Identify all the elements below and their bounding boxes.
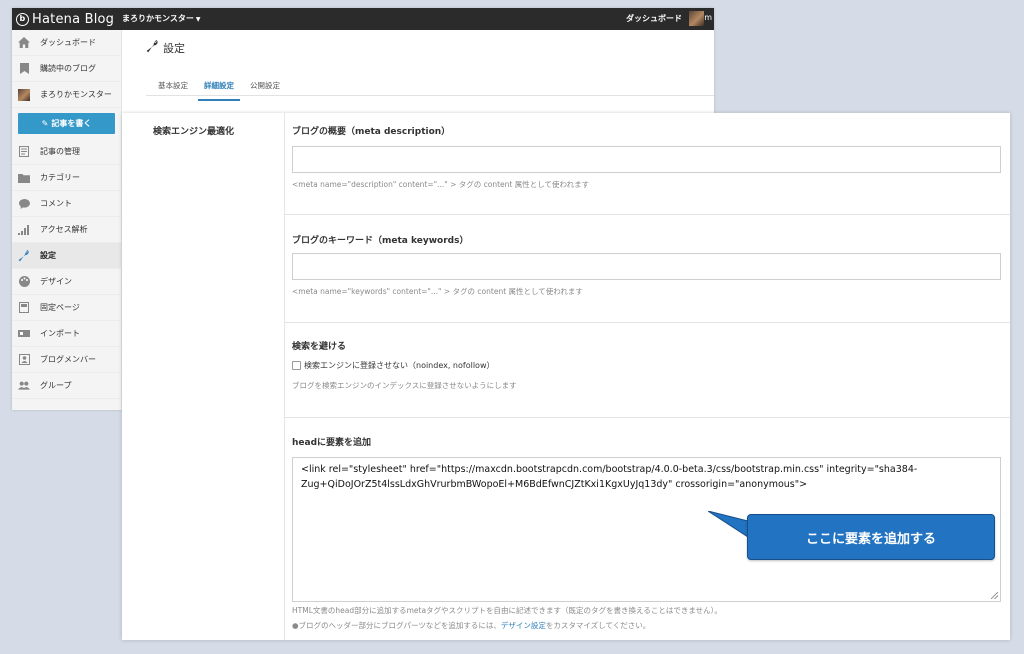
page-title: 設定 — [146, 40, 185, 56]
sidebar-item-label: ブログメンバー — [40, 355, 96, 364]
caret-down-icon: ▼ — [195, 16, 201, 23]
noindex-label: 検索を避ける — [292, 342, 347, 352]
sidebar-item-label: グループ — [40, 381, 72, 390]
callout-annotation: ここに要素を追加する — [747, 514, 995, 560]
hatena-logo-icon: b — [16, 12, 29, 26]
noindex-checkbox[interactable] — [292, 361, 301, 370]
sidebar-item-settings[interactable]: 設定 — [12, 243, 121, 269]
sidebar-item-label: 固定ページ — [40, 303, 80, 312]
top-navbar: b Hatena Blog まろりかモンスター ▼ ダッシュボード m — [12, 8, 714, 30]
folder-icon — [18, 172, 30, 184]
meta-description-input[interactable] — [292, 146, 1001, 173]
sidebar-item-pages[interactable]: 固定ページ — [12, 295, 121, 321]
sidebar-item-label: まろりかモンスター — [40, 90, 112, 99]
callout-pointer — [708, 511, 748, 537]
pen-icon: ✎ — [41, 119, 49, 128]
design-settings-link[interactable]: デザイン設定 — [501, 621, 546, 630]
sidebar-item-comments[interactable]: コメント — [12, 191, 121, 217]
page-title-text: 設定 — [163, 42, 185, 55]
tab-publish-settings[interactable]: 公開設定 — [244, 80, 286, 101]
settings-tabs: 基本設定 詳細設定 公開設定 — [152, 80, 290, 101]
sidebar-item-dashboard[interactable]: ダッシュボード — [12, 30, 121, 56]
blog-name: まろりかモンスター — [122, 14, 194, 23]
sidebar-item-import[interactable]: インポート — [12, 321, 121, 347]
sidebar-item-label: 設定 — [40, 251, 56, 260]
head-elements-design-note: ●ブログのヘッダー部分にブログパーツなどを追加するには、デザイン設定をカスタマイ… — [292, 620, 650, 631]
group-icon — [18, 380, 30, 392]
sidebar-item-categories[interactable]: カテゴリー — [12, 165, 121, 191]
tab-advanced-settings[interactable]: 詳細設定 — [198, 80, 240, 101]
head-elements-label: headに要素を追加 — [292, 438, 372, 448]
comment-icon — [18, 198, 30, 210]
noindex-checkbox-label: 検索エンジンに登録させない（noindex, nofollow） — [304, 361, 495, 370]
members-icon — [18, 354, 30, 366]
sidebar-item-label: カテゴリー — [40, 173, 80, 182]
bar-chart-icon — [18, 224, 30, 236]
design-note-prefix: ●ブログのヘッダー部分にブログパーツなどを追加するには、 — [292, 621, 501, 630]
sidebar-item-label: デザイン — [40, 277, 72, 286]
wrench-icon — [18, 249, 30, 262]
meta-keywords-input[interactable] — [292, 253, 1001, 280]
page-icon — [18, 302, 30, 314]
sidebar-item-analytics[interactable]: アクセス解析 — [12, 217, 121, 243]
sidebar-item-label: コメント — [40, 199, 72, 208]
tab-divider — [146, 95, 714, 96]
user-name-initial: m — [704, 13, 712, 22]
meta-description-label: ブログの概要（meta description） — [292, 127, 451, 137]
sidebar-item-label: ダッシュボード — [40, 38, 96, 47]
meta-keywords-hint: <meta name="keywords" content="..." > タグ… — [292, 287, 583, 296]
import-icon — [18, 328, 30, 340]
meta-description-hint: <meta name="description" content="..." >… — [292, 180, 590, 189]
palette-icon — [18, 276, 30, 288]
sidebar-item-blog[interactable]: まろりかモンスター — [12, 82, 121, 108]
meta-keywords-label: ブログのキーワード（meta keywords） — [292, 236, 469, 246]
wrench-icon — [146, 40, 159, 56]
user-avatar[interactable] — [689, 11, 704, 26]
meta-keywords-section: ブログのキーワード（meta keywords） <meta name="key… — [285, 215, 1010, 323]
dashboard-link[interactable]: ダッシュボード — [626, 13, 682, 24]
meta-description-section: ブログの概要（meta description） <meta name="des… — [285, 113, 1010, 215]
write-article-button[interactable]: ✎ 記事を書く — [18, 113, 115, 134]
sidebar-item-group[interactable]: グループ — [12, 373, 121, 399]
sidebar-item-subscriptions[interactable]: 購読中のブログ — [12, 56, 121, 82]
tab-basic-settings[interactable]: 基本設定 — [152, 80, 194, 101]
head-elements-value: <link rel="stylesheet" href="https://max… — [301, 464, 918, 490]
bookmark-icon — [18, 63, 30, 75]
noindex-hint: ブログを検索エンジンのインデックスに登録させないようにします — [292, 381, 517, 390]
noindex-checkbox-row[interactable]: 検索エンジンに登録させない（noindex, nofollow） — [292, 360, 495, 371]
seo-settings-panel: 検索エンジン最適化 ブログの概要（meta description） <meta… — [122, 113, 1010, 640]
sidebar-item-label: インポート — [40, 329, 80, 338]
design-note-suffix: をカスタマイズしてください。 — [545, 621, 651, 630]
sidebar-item-members[interactable]: ブログメンバー — [12, 347, 121, 373]
document-icon — [18, 146, 30, 158]
sidebar-item-label: 購読中のブログ — [40, 64, 96, 73]
avatar — [18, 88, 30, 101]
logo-text: Hatena Blog — [32, 11, 115, 27]
sidebar-item-design[interactable]: デザイン — [12, 269, 121, 295]
home-icon — [18, 37, 30, 49]
sidebar: ダッシュボード 購読中のブログ まろりかモンスター ✎ 記事を書く 記事の管理 — [12, 30, 122, 410]
head-elements-hint: HTML文書のhead部分に追加するmetaタグやスクリプトを自由に記述できます… — [292, 606, 722, 615]
write-button-label: 記事を書く — [51, 119, 92, 128]
resize-handle[interactable] — [991, 592, 998, 599]
hatena-blog-logo[interactable]: b Hatena Blog — [16, 10, 114, 28]
sidebar-item-label: 記事の管理 — [40, 147, 80, 156]
blog-switcher[interactable]: まろりかモンスター ▼ — [122, 13, 200, 24]
seo-section-title: 検索エンジン最適化 — [153, 127, 235, 137]
sidebar-item-articles[interactable]: 記事の管理 — [12, 139, 121, 165]
sidebar-item-label: アクセス解析 — [40, 225, 88, 234]
